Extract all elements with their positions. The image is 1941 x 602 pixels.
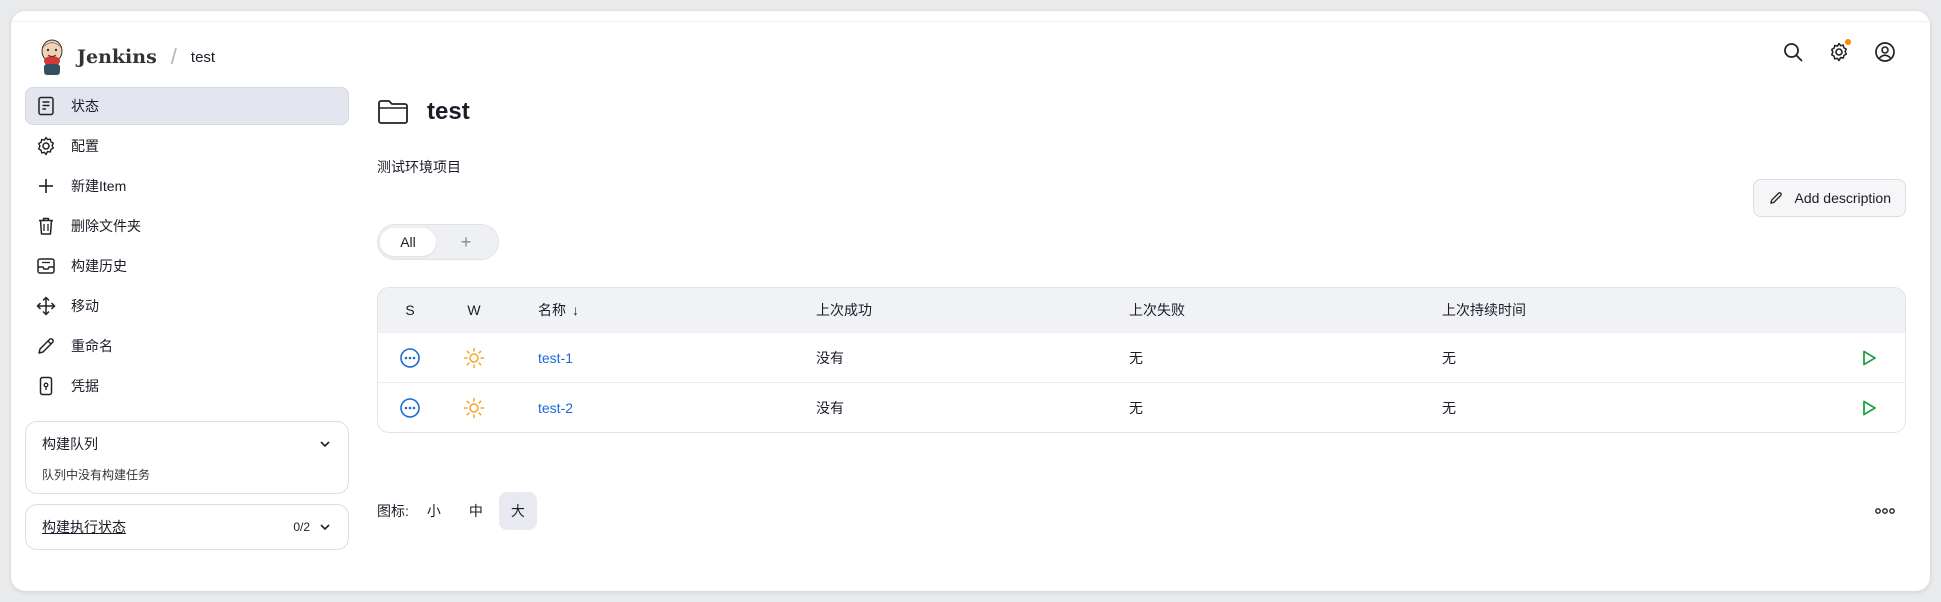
executor-status-link[interactable]: 构建执行状态 — [42, 517, 126, 537]
view-tabs: All + — [377, 224, 499, 260]
sunny-weather-icon — [463, 397, 485, 418]
phone-key-icon — [39, 376, 53, 396]
executor-count: 0/2 — [293, 520, 310, 534]
jobs-table: S W 名称 ↓ 上次成功 上次失败 上次持续时间 test-1 没有 无 无 — [377, 287, 1906, 433]
chevron-down-icon[interactable] — [318, 437, 332, 451]
icon-size-medium[interactable]: 中 — [457, 492, 495, 530]
run-build-icon[interactable] — [1859, 398, 1879, 418]
cell-last-failure: 无 — [1129, 349, 1143, 366]
executor-status-header: 构建执行状态 0/2 — [26, 505, 348, 549]
sidebar-item-new-item[interactable]: 新建Item — [25, 167, 349, 205]
build-queue-title: 构建队列 — [42, 436, 98, 452]
page-title-row: test — [377, 87, 1906, 137]
sidebar-item-label: 配置 — [71, 138, 99, 154]
job-link[interactable]: test-1 — [538, 350, 573, 366]
sidebar-item-build-history[interactable]: 构建历史 — [25, 247, 349, 285]
notification-dot — [1845, 39, 1851, 45]
sidebar: 状态 配置 新建Item 删除文件夹 构建历史 移动 重命名 凭据 构建队列 队… — [25, 87, 349, 550]
table-row: test-1 没有 无 无 — [378, 332, 1905, 382]
trash-icon — [39, 217, 53, 235]
search-icon[interactable] — [1782, 41, 1804, 63]
icon-size-legend: 图标: 小 中 大 — [377, 492, 537, 530]
sidebar-item-rename[interactable]: 重命名 — [25, 327, 349, 365]
jenkins-logo-icon[interactable] — [37, 37, 67, 77]
breadcrumb-separator: / — [170, 44, 177, 69]
sidebar-item-label: 新建Item — [71, 178, 127, 194]
cell-last-success: 没有 — [816, 399, 844, 416]
header-weather[interactable]: W — [442, 302, 506, 318]
chevron-down-icon[interactable] — [318, 520, 332, 534]
sidebar-item-label: 构建历史 — [71, 258, 127, 274]
sidebar-item-label: 重命名 — [71, 338, 113, 354]
build-queue-header[interactable]: 构建队列 — [26, 422, 348, 466]
sidebar-item-delete-folder[interactable]: 删除文件夹 — [25, 207, 349, 245]
sidebar-item-label: 移动 — [71, 298, 99, 314]
page-header: Jenkins / test — [35, 35, 1906, 79]
pencil-icon — [38, 338, 54, 354]
sidebar-item-label: 状态 — [71, 98, 99, 114]
icon-size-small[interactable]: 小 — [415, 492, 453, 530]
header-last-duration[interactable]: 上次持续时间 — [1442, 300, 1802, 320]
document-icon — [38, 96, 54, 116]
sidebar-item-move[interactable]: 移动 — [25, 287, 349, 325]
brand-name[interactable]: Jenkins — [77, 46, 157, 68]
header-status[interactable]: S — [378, 302, 442, 318]
sidebar-item-status[interactable]: 状态 — [25, 87, 349, 125]
sidebar-item-label: 删除文件夹 — [71, 218, 141, 234]
add-view-button[interactable]: + — [436, 232, 496, 253]
page-title: test — [427, 98, 470, 125]
header-name[interactable]: 名称 ↓ — [506, 300, 816, 320]
plus-icon — [39, 179, 53, 193]
status-not-built-icon — [400, 347, 420, 368]
sunny-weather-icon — [463, 347, 485, 368]
pencil-icon — [1770, 192, 1783, 204]
sidebar-item-label: 凭据 — [71, 378, 99, 394]
gear-icon — [38, 136, 54, 156]
add-description-label: Add description — [1794, 190, 1891, 206]
add-description-button[interactable]: Add description — [1753, 179, 1906, 217]
table-row: test-2 没有 无 无 — [378, 382, 1905, 432]
breadcrumb-item-test[interactable]: test — [191, 49, 215, 66]
more-options-icon[interactable] — [1874, 504, 1896, 518]
run-build-icon[interactable] — [1859, 348, 1879, 368]
tab-all[interactable]: All — [380, 228, 436, 256]
header-actions — [1782, 39, 1896, 63]
build-queue-panel: 构建队列 队列中没有构建任务 — [25, 421, 349, 494]
user-account-icon[interactable] — [1874, 41, 1896, 63]
folder-icon — [378, 100, 408, 124]
sidebar-item-credentials[interactable]: 凭据 — [25, 367, 349, 405]
build-queue-empty: 队列中没有构建任务 — [42, 468, 151, 482]
icon-size-label: 图标: — [377, 503, 409, 519]
top-divider — [11, 21, 1930, 22]
inbox-icon — [37, 258, 55, 274]
table-header: S W 名称 ↓ 上次成功 上次失败 上次持续时间 — [378, 288, 1905, 332]
cell-last-duration: 无 — [1442, 349, 1456, 366]
job-link[interactable]: test-2 — [538, 400, 573, 416]
manage-gear-icon[interactable] — [1828, 39, 1851, 63]
sidebar-item-configure[interactable]: 配置 — [25, 127, 349, 165]
header-last-success[interactable]: 上次成功 — [816, 300, 1129, 320]
header-last-failure[interactable]: 上次失败 — [1129, 300, 1442, 320]
cell-last-duration: 无 — [1442, 399, 1456, 416]
status-not-built-icon — [400, 397, 420, 418]
sort-arrow-icon: ↓ — [572, 302, 579, 318]
move-icon — [36, 296, 56, 316]
main-content: test 测试环境项目 Add description All + S W 名称… — [377, 87, 1906, 530]
folder-description: 测试环境项目 — [377, 159, 461, 175]
header-name-label: 名称 — [538, 302, 566, 318]
jenkins-window: Jenkins / test 状态 配置 新建Item 删除文件夹 构建历史 移… — [11, 11, 1930, 591]
cell-last-success: 没有 — [816, 349, 844, 366]
icon-size-large[interactable]: 大 — [498, 492, 537, 530]
executor-status-panel: 构建执行状态 0/2 — [25, 504, 349, 550]
cell-last-failure: 无 — [1129, 399, 1143, 416]
